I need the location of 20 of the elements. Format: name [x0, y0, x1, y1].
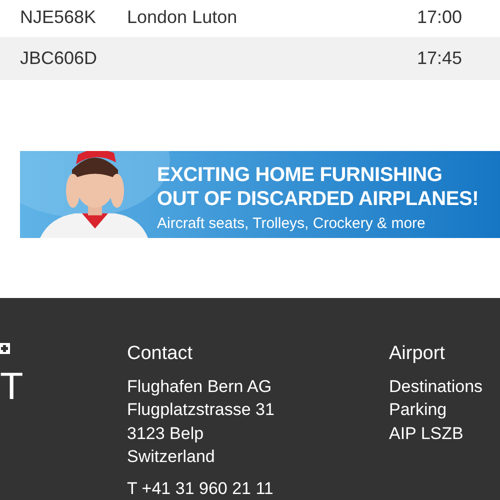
- departure-time: 17:45: [416, 47, 462, 70]
- banner-headline: EXCITING HOME FURNISHING: [157, 162, 444, 187]
- banner-subline: Aircraft seats, Trolleys, Crockery & more: [157, 214, 426, 234]
- address-line: Switzerland: [127, 446, 216, 468]
- address-line: Flugplatzstrasse 31: [127, 399, 276, 421]
- address-line: 3123 Belp: [127, 422, 205, 444]
- contact-heading: Contact: [127, 342, 194, 366]
- address-line: Flughafen Bern AG: [127, 376, 273, 398]
- flight-number: JBC606D: [20, 47, 98, 70]
- footer-link[interactable]: AIP LSZB: [389, 422, 483, 445]
- flight-number: NJE568K: [20, 6, 98, 29]
- footer-link[interactable]: Parking: [389, 398, 483, 422]
- destination: London Luton: [127, 6, 238, 29]
- logo-letter: T: [0, 368, 24, 406]
- banner-headline: OUT OF DISCARDED AIRPLANES!: [157, 186, 479, 211]
- airport-heading: Airport: [389, 342, 446, 366]
- footer-link[interactable]: Destinations: [389, 374, 483, 398]
- phone-number[interactable]: T +41 31 960 21 11: [127, 476, 389, 500]
- ad-banner[interactable]: EXCITING HOME FURNISHING OUT OF DISCARDED AIRPLANES! Aircraft seats, Trolleys, Crockery & more: [20, 150, 500, 238]
- departure-time: 17:00: [416, 6, 462, 29]
